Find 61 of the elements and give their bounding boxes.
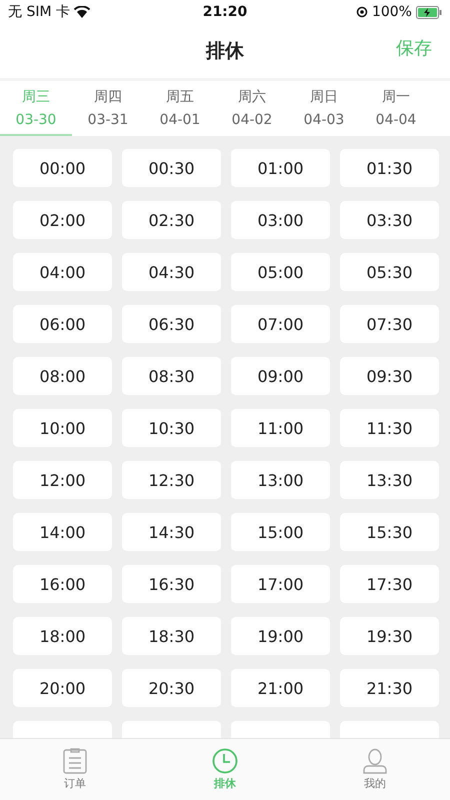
day-tab[interactable]: 周一 04-04 xyxy=(360,81,432,136)
time-slot[interactable]: 11:00 xyxy=(231,409,330,447)
rotation-lock-icon xyxy=(356,6,368,18)
time-slot[interactable]: 08:30 xyxy=(122,357,221,395)
time-slot[interactable]: 18:30 xyxy=(122,617,221,655)
time-slot[interactable]: 08:00 xyxy=(13,357,112,395)
time-slot[interactable]: 19:30 xyxy=(340,617,439,655)
time-slot[interactable]: 03:30 xyxy=(340,201,439,239)
clipboard-icon xyxy=(62,748,88,774)
time-slot[interactable]: 12:00 xyxy=(13,461,112,499)
time-slot[interactable]: 14:30 xyxy=(122,513,221,551)
time-slot[interactable]: 05:30 xyxy=(340,253,439,291)
time-slot[interactable]: 17:30 xyxy=(340,565,439,603)
clock-text: 21:20 xyxy=(202,4,248,20)
tab-bar-item[interactable]: 订单 xyxy=(0,739,150,800)
time-slot[interactable]: 00:30 xyxy=(122,149,221,187)
time-slot[interactable]: 16:00 xyxy=(13,565,112,603)
time-slot[interactable]: 04:00 xyxy=(13,253,112,291)
time-slot[interactable]: 00:00 xyxy=(13,149,112,187)
time-slot[interactable]: 01:30 xyxy=(340,149,439,187)
time-slot[interactable]: 03:00 xyxy=(231,201,330,239)
battery-charging-icon xyxy=(416,6,442,18)
day-tab[interactable]: 周日 04-03 xyxy=(288,81,360,136)
time-slot[interactable]: 06:30 xyxy=(122,305,221,343)
carrier-text: 无 SIM 卡 xyxy=(8,3,70,21)
time-slot[interactable]: 13:00 xyxy=(231,461,330,499)
time-slot[interactable]: 02:30 xyxy=(122,201,221,239)
time-slot[interactable]: 19:00 xyxy=(231,617,330,655)
time-slot[interactable]: 17:00 xyxy=(231,565,330,603)
person-icon xyxy=(362,748,388,774)
time-slot[interactable]: 10:30 xyxy=(122,409,221,447)
time-slot[interactable]: 06:00 xyxy=(13,305,112,343)
time-slot[interactable]: 14:00 xyxy=(13,513,112,551)
time-slot[interactable]: 07:30 xyxy=(340,305,439,343)
time-slot[interactable]: 11:30 xyxy=(340,409,439,447)
time-slot[interactable]: 01:00 xyxy=(231,149,330,187)
time-slot[interactable]: 09:00 xyxy=(231,357,330,395)
time-slot[interactable]: 20:00 xyxy=(13,669,112,707)
day-tab[interactable]: 周四 03-31 xyxy=(72,81,144,136)
time-slot[interactable]: 05:00 xyxy=(231,253,330,291)
clock-icon xyxy=(212,748,238,774)
time-slot[interactable]: 15:30 xyxy=(340,513,439,551)
page-title: 排休 xyxy=(206,39,244,64)
tab-bar-item[interactable]: 我的 xyxy=(300,739,450,800)
time-slot[interactable]: 20:30 xyxy=(122,669,221,707)
time-slot[interactable]: 21:30 xyxy=(340,669,439,707)
wifi-icon xyxy=(74,6,90,18)
time-slot[interactable]: 10:00 xyxy=(13,409,112,447)
time-slot[interactable]: 13:30 xyxy=(340,461,439,499)
time-slot[interactable]: 16:30 xyxy=(122,565,221,603)
day-tab[interactable]: 周五 04-01 xyxy=(144,81,216,136)
time-slot[interactable]: 21:00 xyxy=(231,669,330,707)
time-slot[interactable]: 07:00 xyxy=(231,305,330,343)
time-slot[interactable]: 15:00 xyxy=(231,513,330,551)
day-tab[interactable]: 周六 04-02 xyxy=(216,81,288,136)
time-slot[interactable]: 02:00 xyxy=(13,201,112,239)
time-slot[interactable]: 04:30 xyxy=(122,253,221,291)
battery-percent: 100% xyxy=(372,4,412,20)
time-slot[interactable]: 12:30 xyxy=(122,461,221,499)
time-slot[interactable]: 18:00 xyxy=(13,617,112,655)
time-slot[interactable]: 09:30 xyxy=(340,357,439,395)
